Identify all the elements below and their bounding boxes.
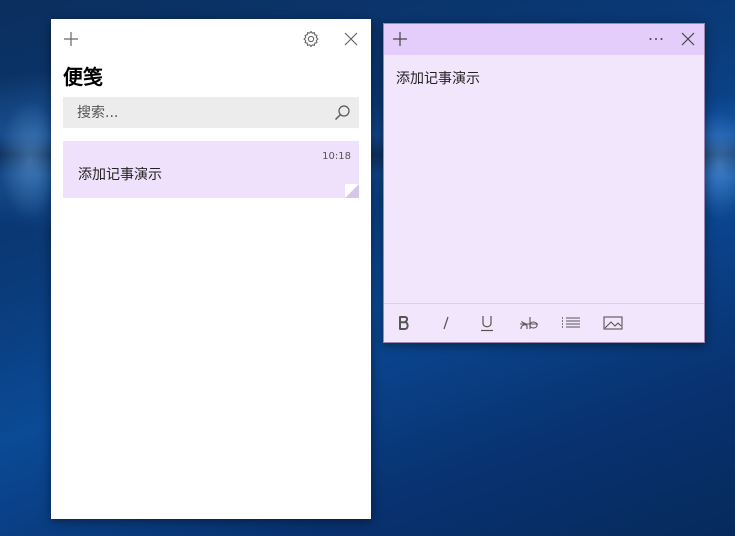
note-content[interactable]: 添加记事演示 [396, 68, 480, 88]
new-note-button[interactable] [61, 29, 81, 49]
close-icon [344, 32, 358, 46]
underline-icon [481, 316, 493, 332]
page-title: 便笺 [63, 65, 103, 89]
close-list-button[interactable] [341, 29, 361, 49]
settings-button[interactable] [301, 29, 321, 49]
close-note-button[interactable] [678, 29, 698, 49]
format-toolbar [384, 303, 704, 342]
plus-icon [64, 32, 78, 46]
search-icon [335, 105, 350, 120]
note-preview-text: 添加记事演示 [78, 167, 162, 183]
insert-image-button[interactable] [599, 312, 627, 334]
search-button[interactable] [334, 104, 351, 125]
note-window: 添加记事演示 [383, 23, 705, 343]
notes-list-window: 便笺 10:18 添加记事演示 [51, 19, 371, 519]
plus-icon [393, 32, 407, 46]
bold-button[interactable] [390, 312, 418, 334]
search-bar [63, 97, 359, 128]
close-icon [681, 32, 695, 46]
search-input[interactable] [75, 103, 319, 122]
strikethrough-icon [520, 317, 538, 330]
strikethrough-button[interactable] [515, 312, 543, 334]
new-note-button[interactable] [390, 29, 410, 49]
image-icon [603, 316, 623, 330]
bullet-list-icon [562, 317, 580, 328]
note-timestamp: 10:18 [322, 151, 351, 162]
italic-icon [443, 316, 449, 330]
bullet-list-button[interactable] [557, 312, 585, 334]
note-card[interactable]: 10:18 添加记事演示 [63, 141, 359, 198]
more-icon [649, 38, 663, 40]
underline-button[interactable] [473, 312, 501, 334]
note-corner-fold [345, 184, 359, 198]
note-header[interactable] [384, 24, 704, 55]
bold-icon [399, 316, 409, 330]
gear-icon [303, 30, 319, 48]
italic-button[interactable] [432, 312, 460, 334]
menu-button[interactable] [646, 29, 666, 49]
